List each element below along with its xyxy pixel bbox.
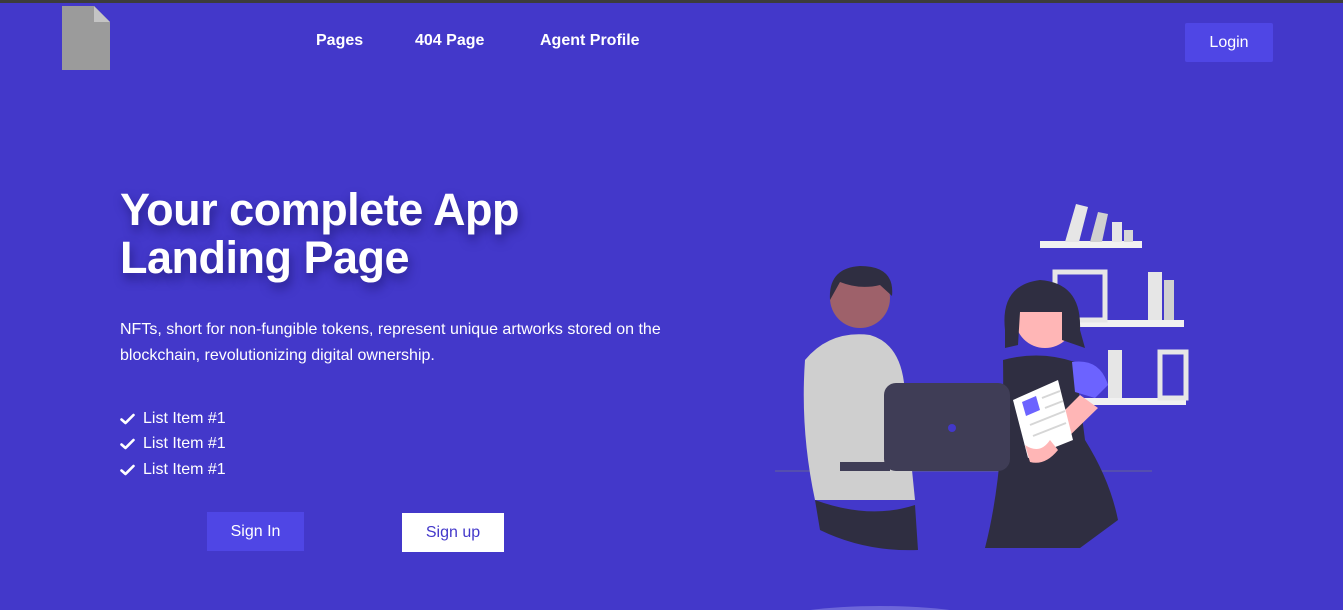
list-item: List Item #1 (120, 432, 226, 458)
sign-up-button[interactable]: Sign up (402, 513, 504, 552)
hero-description: NFTs, short for non-fungible tokens, rep… (120, 321, 661, 364)
nav-link-pages[interactable]: Pages (316, 32, 363, 50)
list-item-label: List Item #1 (143, 435, 226, 453)
feature-list: List Item #1 List Item #1 List Item #1 (120, 406, 226, 483)
check-icon (120, 413, 135, 425)
check-icon (120, 464, 135, 476)
list-item-label: List Item #1 (143, 409, 226, 427)
hero-illustration (775, 204, 1189, 551)
sign-in-button[interactable]: Sign In (207, 512, 304, 551)
nav-link-404-page[interactable]: 404 Page (415, 32, 484, 50)
nav-link-agent-profile[interactable]: Agent Profile (540, 32, 640, 50)
list-item: List Item #1 (120, 457, 226, 483)
decorative-wave (810, 606, 950, 610)
list-item-label: List Item #1 (143, 460, 226, 478)
file-icon[interactable] (62, 6, 110, 70)
list-item: List Item #1 (120, 406, 226, 432)
window-top-border (0, 0, 1343, 3)
check-icon (120, 438, 135, 450)
login-button[interactable]: Login (1185, 23, 1273, 62)
hero-title: Your complete App Landing Page (120, 184, 520, 283)
